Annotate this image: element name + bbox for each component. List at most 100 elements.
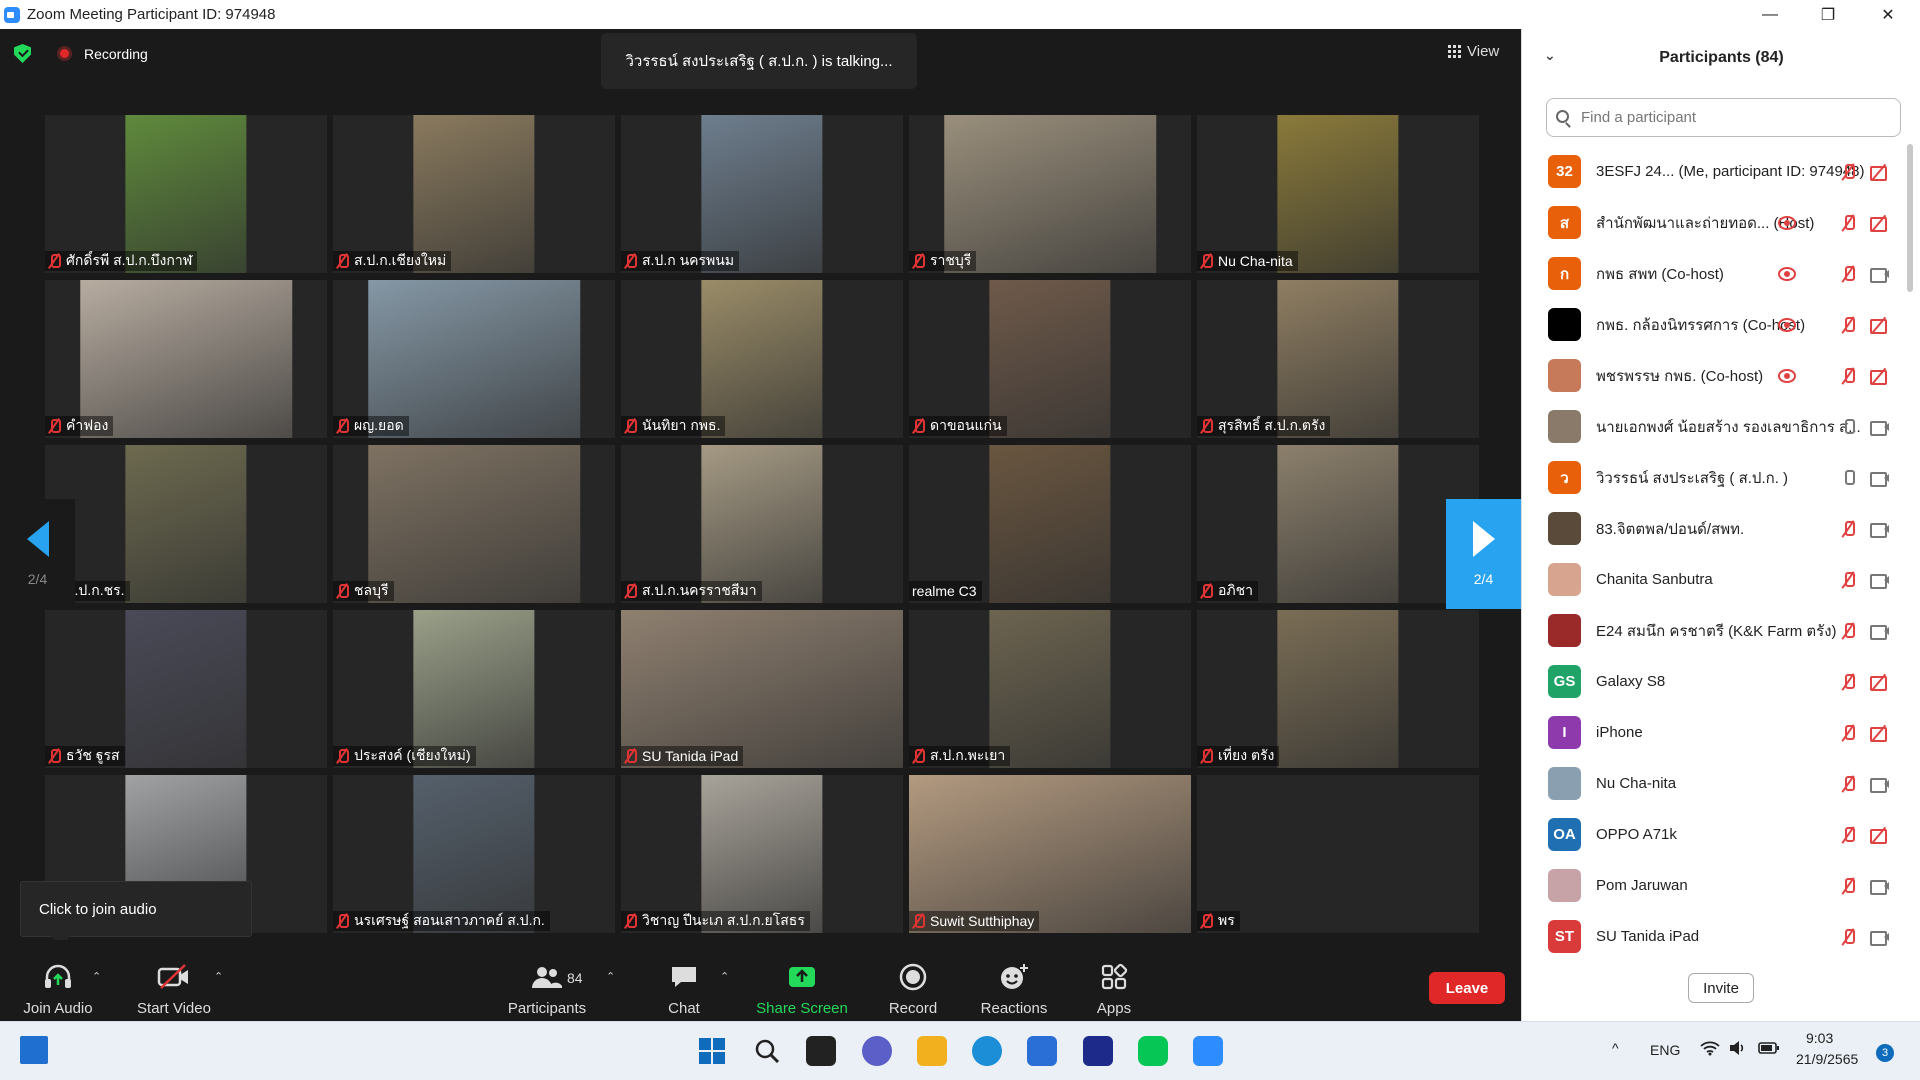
video-tile[interactable]: ราชบุรี	[909, 115, 1191, 273]
video-tile[interactable]: Suwit Sutthiphay	[909, 775, 1191, 933]
file-explorer-icon[interactable]	[917, 1036, 947, 1066]
participant-list-scrollbar[interactable]	[1907, 144, 1913, 292]
participant-row[interactable]: พชรพรรษ กพธ. (Co-host)	[1522, 350, 1907, 401]
video-options-caret[interactable]: ⌃	[214, 970, 223, 983]
task-view-icon[interactable]	[20, 1036, 48, 1064]
chat-app-icon[interactable]	[862, 1036, 892, 1066]
video-tile[interactable]: วิชาญ ปีนะเภ ส.ป.ก.ยโสธร	[621, 775, 903, 933]
video-tile[interactable]: ชลบุรี	[333, 445, 615, 603]
participant-row[interactable]: กพธ. กล้องนิทรรศการ (Co-host)	[1522, 299, 1907, 350]
participant-row[interactable]: 83.จิตตพล/ปอนด์/สพท.	[1522, 503, 1907, 554]
participant-row[interactable]: OA OPPO A71k	[1522, 809, 1907, 860]
mic-muted-icon	[48, 419, 61, 433]
zoom-taskbar-icon[interactable]	[1193, 1036, 1223, 1066]
recording-label: Recording	[84, 46, 148, 62]
edge-browser-icon[interactable]	[972, 1036, 1002, 1066]
camera-off-icon	[1870, 318, 1890, 334]
participant-row[interactable]: 32 3ESFJ 24... (Me, participant ID: 97494…	[1522, 146, 1907, 197]
participant-video	[80, 280, 292, 438]
next-page-button[interactable]: 2/4	[1446, 499, 1521, 609]
video-tile[interactable]: ส.ป.ก.นครราชสีมา	[621, 445, 903, 603]
previous-page-button[interactable]: 2/4	[0, 499, 75, 609]
line-app-icon[interactable]	[1138, 1036, 1168, 1066]
participant-name-label: Nu Cha-nita	[1197, 251, 1298, 271]
video-tile[interactable]: ส.ป.ก.เชียงใหม่	[333, 115, 615, 273]
collapse-panel-icon[interactable]: ⌄	[1544, 47, 1556, 64]
participant-row[interactable]: Nu Cha-nita	[1522, 758, 1907, 809]
video-tile[interactable]: นรเศรษฐ์ สอนเสาวภาคย์ ส.ป.ก.	[333, 775, 615, 933]
minimize-button[interactable]: —	[1742, 0, 1798, 29]
participant-row[interactable]: Chanita Sanbutra	[1522, 554, 1907, 605]
invite-button[interactable]: Invite	[1688, 973, 1754, 1003]
participant-row[interactable]: E24 สมนึก ครชาตรี (K&K Farm ตรัง)	[1522, 605, 1907, 656]
participant-name-label: ส.ป.ก.พะเยา	[909, 746, 1011, 766]
video-tile[interactable]: สุรสิทธิ์ ส.ป.ก.ตรัง	[1197, 280, 1479, 438]
clock-date[interactable]: 21/9/2565	[1796, 1051, 1858, 1067]
battery-icon[interactable]	[1758, 1041, 1780, 1058]
participant-row[interactable]: GS Galaxy S8	[1522, 656, 1907, 707]
video-tile[interactable]: ผญ.ยอด	[333, 280, 615, 438]
participant-row[interactable]: ST SU Tanida iPad	[1522, 911, 1907, 962]
participants-panel: ⌄ Participants (84) 32 3ESFJ 24... (Me, p…	[1521, 29, 1920, 1021]
search-icon	[1556, 110, 1569, 123]
video-tile[interactable]: ดาขอนแก่น	[909, 280, 1191, 438]
video-tile[interactable]: ประสงค์ (เชียงใหม่)	[333, 610, 615, 768]
store-icon[interactable]	[1027, 1036, 1057, 1066]
participants-options-caret[interactable]: ⌃	[606, 970, 615, 983]
volume-icon[interactable]	[1728, 1040, 1746, 1059]
avatar	[1548, 308, 1581, 341]
participant-list: 32 3ESFJ 24... (Me, participant ID: 97494…	[1522, 146, 1907, 962]
video-tile[interactable]: ส.ป.ก.พะเยา	[909, 610, 1191, 768]
notification-badge[interactable]: 3	[1876, 1044, 1894, 1062]
wifi-icon[interactable]	[1700, 1040, 1720, 1059]
video-tile[interactable]: ศักดิ์รพี ส.ป.ก.บึงกาฬ	[45, 115, 327, 273]
restore-button[interactable]: ❐	[1800, 0, 1856, 29]
video-tile[interactable]: ธวัช ฐูรส	[45, 610, 327, 768]
camera-off-icon	[1870, 369, 1890, 385]
search-taskbar-icon[interactable]	[752, 1036, 782, 1066]
share-screen-label: Share Screen	[756, 1000, 848, 1017]
participant-row[interactable]: สสำนักพัฒนาและถ่ายทอด... (Host)	[1522, 197, 1907, 248]
task-view-button-icon[interactable]	[806, 1036, 836, 1066]
join-audio-button[interactable]: Join Audio	[18, 940, 98, 1021]
reactions-button[interactable]: Reactions	[978, 940, 1050, 1021]
participant-row[interactable]: ว วิวรรธน์ สงประเสริฐ ( ส.ป.ก. )	[1522, 452, 1907, 503]
participant-row[interactable]: นายเอกพงศ์ น้อยสร้าง รองเลขาธิการ ส...	[1522, 401, 1907, 452]
participant-row[interactable]: IiPhone	[1522, 707, 1907, 758]
screen-share-icon	[1778, 368, 1796, 383]
video-tile[interactable]: นันทิยา กพธ.	[621, 280, 903, 438]
avatar: ว	[1548, 461, 1581, 494]
security-shield-icon[interactable]	[14, 44, 31, 63]
view-button[interactable]: View	[1448, 43, 1499, 60]
video-tile[interactable]: ส.ป.ก นครพนม	[621, 115, 903, 273]
start-video-button[interactable]: Start Video	[130, 940, 218, 1021]
chat-options-caret[interactable]: ⌃	[720, 970, 729, 983]
screen-share-icon	[1778, 215, 1796, 230]
video-tile[interactable]: อภิชา	[1197, 445, 1479, 603]
language-indicator[interactable]: ENG	[1650, 1042, 1680, 1058]
video-tile[interactable]: เที่ยง ตรัง	[1197, 610, 1479, 768]
share-screen-button[interactable]: Share Screen	[756, 940, 848, 1021]
close-button[interactable]: ✕	[1860, 0, 1916, 29]
chat-button[interactable]: Chat	[662, 940, 706, 1021]
participant-row[interactable]: กกพธ สพท (Co-host)	[1522, 248, 1907, 299]
video-tile[interactable]: ส.ป.ก.ชร.	[45, 445, 327, 603]
clock-time[interactable]: 9:03	[1806, 1030, 1833, 1046]
video-tile[interactable]: Nu Cha-nita	[1197, 115, 1479, 273]
tray-chevron[interactable]: ^	[1612, 1040, 1619, 1056]
leave-button[interactable]: Leave	[1429, 972, 1505, 1004]
windows-start-icon[interactable]	[697, 1036, 727, 1066]
apps-button[interactable]: Apps	[1092, 940, 1136, 1021]
video-tile[interactable]: พร	[1197, 775, 1479, 933]
audio-options-caret[interactable]: ⌃	[92, 970, 101, 983]
participant-search-input[interactable]	[1546, 98, 1901, 137]
pen-app-icon[interactable]	[1083, 1036, 1113, 1066]
participant-row[interactable]: Pom Jaruwan	[1522, 860, 1907, 911]
video-tile[interactable]: SU Tanida iPad	[621, 610, 903, 768]
mic-muted-icon	[336, 749, 349, 763]
record-button[interactable]: Record	[886, 940, 940, 1021]
participant-name: ชลบุรี	[354, 582, 389, 598]
video-tile[interactable]: คำฟอง	[45, 280, 327, 438]
video-tile[interactable]: realme C3	[909, 445, 1191, 603]
participant-video	[368, 445, 580, 603]
